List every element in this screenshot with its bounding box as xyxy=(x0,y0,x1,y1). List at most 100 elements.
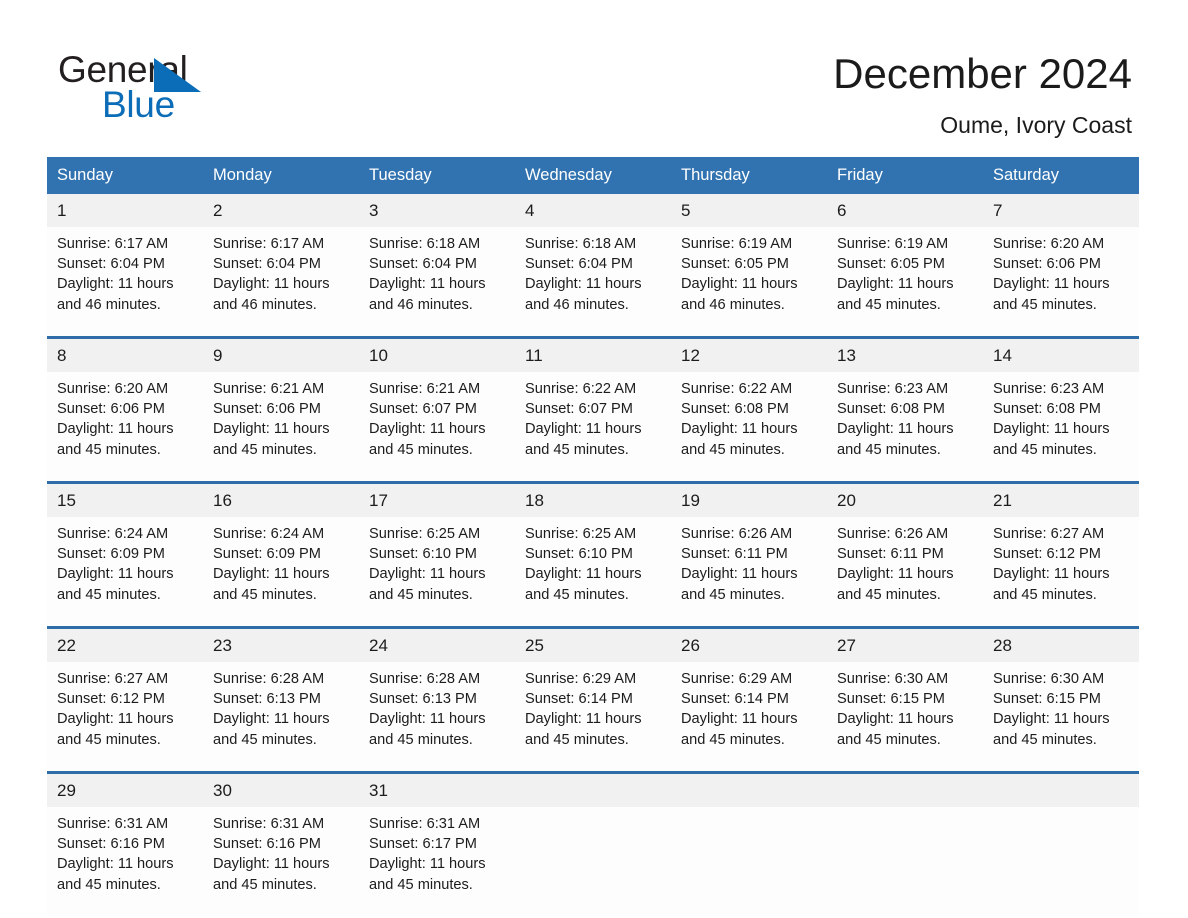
day-number[interactable]: 6 xyxy=(827,194,983,227)
day-cell[interactable]: Sunrise: 6:31 AM Sunset: 6:17 PM Daylight:… xyxy=(359,807,515,916)
day-number[interactable]: 22 xyxy=(47,629,203,662)
day-number[interactable]: 25 xyxy=(515,629,671,662)
day-cell[interactable]: Sunrise: 6:26 AM Sunset: 6:11 PM Daylight:… xyxy=(827,517,983,626)
day-number[interactable]: 28 xyxy=(983,629,1139,662)
day-number[interactable]: 3 xyxy=(359,194,515,227)
day-daylight-l1-text: Daylight: 11 hours xyxy=(837,711,954,728)
day-cell[interactable]: Sunrise: 6:19 AM Sunset: 6:05 PM Daylight:… xyxy=(827,227,983,336)
day-sunset-text: Sunset: 6:05 PM xyxy=(681,256,789,273)
day-number[interactable]: 27 xyxy=(827,629,983,662)
day-number[interactable]: 24 xyxy=(359,629,515,662)
day-sunrise-text: Sunrise: 6:30 AM xyxy=(993,671,1105,687)
day-number[interactable]: 17 xyxy=(359,484,515,517)
day-daylight-l1-text: Daylight: 11 hours xyxy=(213,856,330,873)
day-daylight-l2-text: and 45 minutes. xyxy=(213,586,317,603)
day-daylight-l2-text: and 45 minutes. xyxy=(837,296,941,313)
day-daylight-l2-text: and 45 minutes. xyxy=(213,441,317,458)
day-cell[interactable]: Sunrise: 6:23 AM Sunset: 6:08 PM Daylight:… xyxy=(827,372,983,481)
day-cell[interactable]: Sunrise: 6:30 AM Sunset: 6:15 PM Daylight:… xyxy=(827,662,983,771)
day-sunset-text: Sunset: 6:15 PM xyxy=(837,691,945,708)
day-cell[interactable]: Sunrise: 6:22 AM Sunset: 6:07 PM Daylight:… xyxy=(515,372,671,481)
day-number[interactable]: 12 xyxy=(671,339,827,372)
day-cell[interactable]: Sunrise: 6:31 AM Sunset: 6:16 PM Daylight:… xyxy=(203,807,359,916)
day-cell[interactable]: Sunrise: 6:28 AM Sunset: 6:13 PM Daylight:… xyxy=(359,662,515,771)
day-number[interactable]: 15 xyxy=(47,484,203,517)
day-cell[interactable]: Sunrise: 6:29 AM Sunset: 6:14 PM Daylight:… xyxy=(671,662,827,771)
day-sunrise-text: Sunrise: 6:24 AM xyxy=(213,526,325,542)
day-cell[interactable]: Sunrise: 6:17 AM Sunset: 6:04 PM Daylight:… xyxy=(203,227,359,336)
day-daylight-l1-text: Daylight: 11 hours xyxy=(525,711,642,728)
day-cell[interactable]: Sunrise: 6:18 AM Sunset: 6:04 PM Daylight:… xyxy=(515,227,671,336)
day-cell[interactable]: Sunrise: 6:24 AM Sunset: 6:09 PM Daylight:… xyxy=(47,517,203,626)
day-number[interactable]: 13 xyxy=(827,339,983,372)
general-blue-logo[interactable]: General Blue xyxy=(58,48,388,134)
day-daylight-l2-text: and 45 minutes. xyxy=(837,731,941,748)
day-daylight-l2-text: and 45 minutes. xyxy=(57,586,161,603)
day-number[interactable]: 20 xyxy=(827,484,983,517)
day-daylight-l2-text: and 46 minutes. xyxy=(369,296,473,313)
day-sunrise-text: Sunrise: 6:29 AM xyxy=(525,671,637,687)
day-sunset-text: Sunset: 6:05 PM xyxy=(837,256,945,273)
day-number[interactable]: 5 xyxy=(671,194,827,227)
day-cell[interactable]: Sunrise: 6:22 AM Sunset: 6:08 PM Daylight:… xyxy=(671,372,827,481)
day-number[interactable]: 4 xyxy=(515,194,671,227)
day-cell[interactable]: Sunrise: 6:31 AM Sunset: 6:16 PM Daylight:… xyxy=(47,807,203,916)
day-number[interactable]: 10 xyxy=(359,339,515,372)
day-sunset-text: Sunset: 6:07 PM xyxy=(525,401,633,418)
day-number[interactable]: 18 xyxy=(515,484,671,517)
day-cell[interactable]: Sunrise: 6:18 AM Sunset: 6:04 PM Daylight:… xyxy=(359,227,515,336)
day-daylight-l1-text: Daylight: 11 hours xyxy=(525,276,642,293)
day-cell[interactable]: Sunrise: 6:20 AM Sunset: 6:06 PM Daylight:… xyxy=(983,227,1139,336)
day-cell[interactable]: Sunrise: 6:25 AM Sunset: 6:10 PM Daylight:… xyxy=(515,517,671,626)
page-subtitle-location: Oume, Ivory Coast xyxy=(940,112,1132,138)
day-cell[interactable]: Sunrise: 6:27 AM Sunset: 6:12 PM Daylight:… xyxy=(47,662,203,771)
day-sunrise-text: Sunrise: 6:18 AM xyxy=(525,236,637,252)
day-daylight-l2-text: and 45 minutes. xyxy=(681,441,785,458)
day-cell[interactable]: Sunrise: 6:20 AM Sunset: 6:06 PM Daylight:… xyxy=(47,372,203,481)
day-cell[interactable]: Sunrise: 6:19 AM Sunset: 6:05 PM Daylight:… xyxy=(671,227,827,336)
day-number[interactable]: 19 xyxy=(671,484,827,517)
day-cell[interactable]: Sunrise: 6:29 AM Sunset: 6:14 PM Daylight:… xyxy=(515,662,671,771)
day-number-empty xyxy=(827,774,983,807)
day-daylight-l2-text: and 46 minutes. xyxy=(681,296,785,313)
day-sunset-text: Sunset: 6:11 PM xyxy=(681,546,788,563)
day-cell[interactable]: Sunrise: 6:30 AM Sunset: 6:15 PM Daylight:… xyxy=(983,662,1139,771)
day-number[interactable]: 26 xyxy=(671,629,827,662)
day-cell[interactable]: Sunrise: 6:23 AM Sunset: 6:08 PM Daylight:… xyxy=(983,372,1139,481)
day-cell[interactable]: Sunrise: 6:24 AM Sunset: 6:09 PM Daylight:… xyxy=(203,517,359,626)
day-daylight-l2-text: and 45 minutes. xyxy=(369,731,473,748)
day-sunset-text: Sunset: 6:06 PM xyxy=(993,256,1101,273)
day-number[interactable]: 1 xyxy=(47,194,203,227)
day-cell[interactable]: Sunrise: 6:17 AM Sunset: 6:04 PM Daylight:… xyxy=(47,227,203,336)
page-header: General Blue December 2024 Oume, Ivory C… xyxy=(0,0,1188,148)
day-cell[interactable]: Sunrise: 6:25 AM Sunset: 6:10 PM Daylight:… xyxy=(359,517,515,626)
day-number[interactable]: 14 xyxy=(983,339,1139,372)
day-cell[interactable]: Sunrise: 6:21 AM Sunset: 6:06 PM Daylight:… xyxy=(203,372,359,481)
day-number[interactable]: 29 xyxy=(47,774,203,807)
day-daylight-l2-text: and 46 minutes. xyxy=(525,296,629,313)
calendar-weekday-header: Sunday Monday Tuesday Wednesday Thursday… xyxy=(47,157,1139,194)
day-cell[interactable]: Sunrise: 6:26 AM Sunset: 6:11 PM Daylight:… xyxy=(671,517,827,626)
day-daylight-l2-text: and 45 minutes. xyxy=(369,586,473,603)
day-daylight-l1-text: Daylight: 11 hours xyxy=(213,711,330,728)
day-number[interactable]: 9 xyxy=(203,339,359,372)
day-number[interactable]: 8 xyxy=(47,339,203,372)
day-sunrise-text: Sunrise: 6:25 AM xyxy=(369,526,481,542)
day-number[interactable]: 30 xyxy=(203,774,359,807)
day-sunrise-text: Sunrise: 6:29 AM xyxy=(681,671,793,687)
day-number[interactable]: 2 xyxy=(203,194,359,227)
day-number[interactable]: 16 xyxy=(203,484,359,517)
day-daylight-l2-text: and 45 minutes. xyxy=(837,586,941,603)
day-daylight-l2-text: and 45 minutes. xyxy=(525,586,629,603)
day-number[interactable]: 31 xyxy=(359,774,515,807)
day-cell[interactable]: Sunrise: 6:28 AM Sunset: 6:13 PM Daylight:… xyxy=(203,662,359,771)
day-number[interactable]: 21 xyxy=(983,484,1139,517)
day-number[interactable]: 7 xyxy=(983,194,1139,227)
day-daylight-l2-text: and 45 minutes. xyxy=(681,731,785,748)
day-cell[interactable]: Sunrise: 6:21 AM Sunset: 6:07 PM Daylight:… xyxy=(359,372,515,481)
day-sunset-text: Sunset: 6:10 PM xyxy=(369,546,477,563)
day-number[interactable]: 23 xyxy=(203,629,359,662)
day-number[interactable]: 11 xyxy=(515,339,671,372)
day-cell[interactable]: Sunrise: 6:27 AM Sunset: 6:12 PM Daylight:… xyxy=(983,517,1139,626)
week-detail-row: Sunrise: 6:24 AM Sunset: 6:09 PM Daylight:… xyxy=(47,517,1139,626)
